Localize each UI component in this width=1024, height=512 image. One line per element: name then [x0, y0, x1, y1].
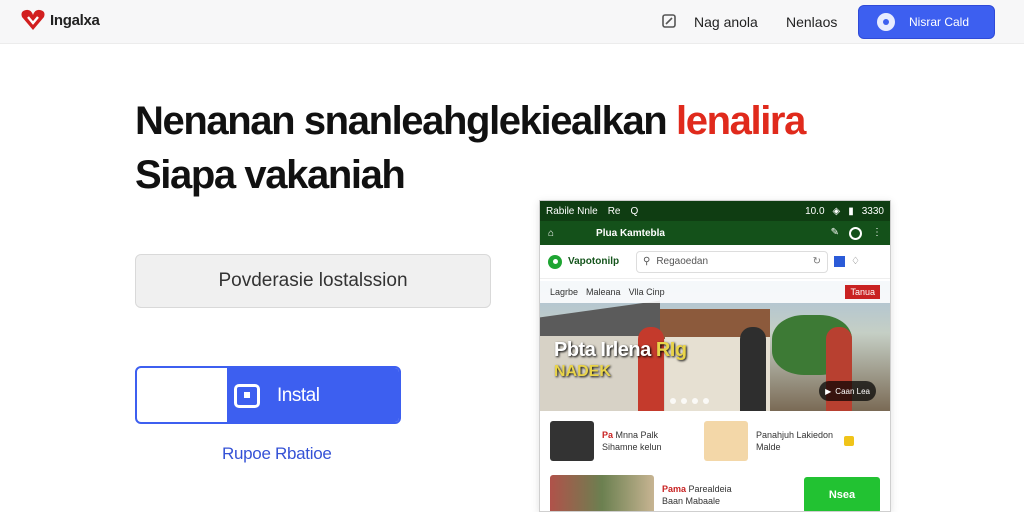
search-icon: ⚲ [643, 256, 651, 267]
status-text-3: Q [630, 205, 639, 217]
news-tag: Pama [662, 484, 687, 494]
status-text-2: Re [607, 205, 621, 217]
headline-line2: Siapa vakaniah [135, 153, 406, 197]
hero-headline: Nenanan snanleahglekiealkan lenalira Sia… [135, 94, 806, 202]
install-button[interactable]: Instal [135, 366, 401, 424]
logo-heart-icon [21, 9, 45, 30]
status-time: 10.0 [805, 205, 825, 217]
brand-name: Vapotonilp [568, 256, 620, 267]
logo[interactable]: Ingalxa [20, 9, 100, 31]
nav-link-2[interactable]: Nenlaos [786, 14, 837, 30]
headline-accent: lenalira [676, 99, 806, 143]
phone-search-row: Vapotonilp ⚲ Regaoedan ↻ ♢ [540, 245, 890, 279]
phone-app-bar: ⌂ Plua Kamtebla ✎ ⋮ [540, 221, 890, 245]
banner-headline: Pbta Irlena RIg [554, 339, 687, 361]
warning-icon [844, 436, 854, 446]
home-icon[interactable]: ⌂ [548, 228, 554, 239]
install-label: Instal [277, 385, 320, 406]
news-title: Panahjuh Lakiedon Malde [756, 430, 834, 452]
brand-icon [548, 254, 562, 269]
play-icon: ▶ [825, 386, 832, 396]
status-battery-level: 3330 [861, 205, 884, 217]
field-text: Povderasie lostalssion [218, 270, 408, 291]
account-icon[interactable] [849, 226, 862, 240]
news-thumbnail[interactable] [550, 475, 654, 511]
play-badge[interactable]: ▶ Caan Lea [819, 381, 876, 401]
install-icon [234, 384, 260, 408]
banner-strip-item[interactable]: Lagrbe [550, 287, 578, 297]
edit-icon[interactable] [661, 13, 677, 29]
secondary-link[interactable]: Rupoe Rbatioe [222, 444, 332, 464]
carousel-dots[interactable] [670, 398, 709, 404]
green-action-button[interactable]: Nsea [804, 477, 880, 511]
news-thumbnail[interactable] [704, 421, 748, 461]
app-title: Plua Kamtebla [596, 227, 665, 239]
header-cta-label: Nisrar Cald [909, 15, 970, 29]
menu-icon[interactable]: ⋮ [872, 227, 882, 240]
installation-field[interactable]: Povderasie lostalssion [135, 254, 491, 308]
news-tag: Pa [602, 430, 614, 440]
nav-link-1[interactable]: Nag anola [694, 14, 758, 30]
banner-strip-tag[interactable]: Tanua [845, 285, 880, 299]
news-card-row: Pa Mnna Palk Sihamne kelun Panahjuh Laki… [540, 415, 890, 467]
banner-strip-item[interactable]: Maleana [586, 287, 621, 297]
headline-part1: Nenanan snanleahglekiealkan [135, 99, 668, 143]
phone-search-input[interactable]: ⚲ Regaoedan ↻ [636, 250, 828, 273]
top-navigation-bar: Ingalxa Nag anola Nenlaos Nisrar Cald [0, 0, 1024, 44]
edit-icon[interactable]: ✎ [831, 227, 839, 240]
refresh-icon[interactable]: ↻ [813, 256, 821, 267]
phone-status-bar: Rabile Nnle Re Q 10.0 ◈ ▮ 3330 [540, 201, 890, 221]
news-card-row: Pama Parealdeia Baan Mabaale Nsea [540, 469, 890, 511]
banner-category-strip: Lagrbe Maleana Vlla Cinp Tanua [540, 281, 890, 303]
wifi-icon: ◈ [832, 205, 841, 217]
bell-icon[interactable]: ♢ [851, 256, 860, 267]
news-thumbnail[interactable] [550, 421, 594, 461]
status-text-1: Rabile Nnle [546, 205, 598, 217]
news-banner[interactable]: Lagrbe Maleana Vlla Cinp Tanua Pbta Irle… [540, 281, 890, 411]
news-card[interactable]: Panahjuh Lakiedon Malde [756, 429, 836, 453]
news-card[interactable]: Pa Mnna Palk Sihamne kelun [602, 429, 682, 453]
banner-headline-accent: RIg [655, 339, 687, 361]
user-icon [877, 13, 895, 31]
bookmark-icon[interactable] [834, 256, 845, 267]
search-placeholder: Regaoedan [656, 256, 709, 267]
phone-mockup: Rabile Nnle Re Q 10.0 ◈ ▮ 3330 ⌂ Plua Ka… [539, 200, 891, 512]
green-button-label: Nsea [828, 489, 856, 501]
banner-headline-2: NADEK [554, 363, 611, 380]
news-card[interactable]: Pama Parealdeia Baan Mabaale [662, 483, 742, 507]
banner-headline-text: Pbta Irlena [554, 339, 651, 361]
banner-person [740, 327, 766, 411]
banner-strip-item[interactable]: Vlla Cinp [629, 287, 665, 297]
logo-text: Ingalxa [50, 11, 100, 29]
battery-icon: ▮ [848, 205, 854, 217]
play-badge-label: Caan Lea [835, 386, 870, 396]
header-cta-button[interactable]: Nisrar Cald [858, 5, 995, 39]
